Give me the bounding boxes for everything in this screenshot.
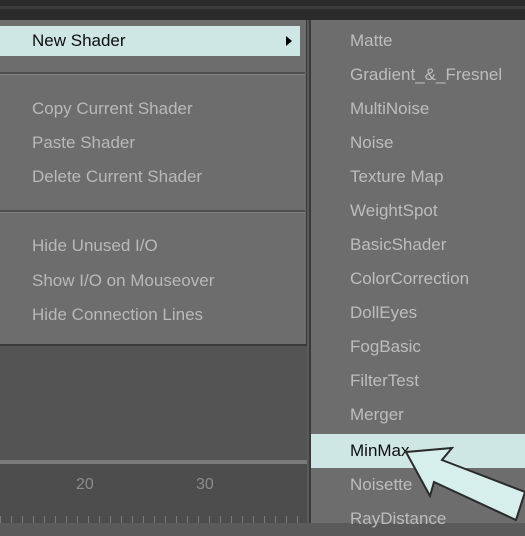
menu-item-label: Paste Shader [32,133,136,152]
submenu-item-dolleyes[interactable]: DollEyes [311,296,525,330]
submenu-item-noisette[interactable]: Noisette [311,468,525,502]
timeline-ruler[interactable]: 20 30 [0,460,307,523]
submenu-item-merger[interactable]: Merger [311,398,525,432]
submenu-item-weightspot[interactable]: WeightSpot [311,194,525,228]
submenu-item-minmax[interactable]: MinMax [311,434,525,468]
submenu-item-raydistance[interactable]: RayDistance [311,502,525,536]
context-menu: New Shader Copy Current Shader Paste Sha… [0,20,307,346]
menu-separator [0,72,305,75]
ruler-ticks [0,507,307,523]
ruler-border [0,460,307,464]
top-toolbar [0,0,525,20]
ruler-label: 30 [196,476,214,493]
menu-item-label: Hide Unused I/O [32,236,158,255]
menu-item-show-io-on-mouseover[interactable]: Show I/O on Mouseover [0,266,300,296]
menu-item-label: Show I/O on Mouseover [32,271,215,290]
menu-item-label: Delete Current Shader [32,167,203,186]
menu-item-hide-unused-io[interactable]: Hide Unused I/O [0,231,300,261]
menu-item-hide-connection-lines[interactable]: Hide Connection Lines [0,300,300,330]
submenu-item-gradient-fresnel[interactable]: Gradient_&_Fresnel [311,58,525,92]
menu-item-label: New Shader [32,31,126,50]
menu-item-delete-current-shader[interactable]: Delete Current Shader [0,162,300,192]
menu-separator [0,210,305,213]
submenu-item-multinoise[interactable]: MultiNoise [311,92,525,126]
submenu-item-fogbasic[interactable]: FogBasic [311,330,525,364]
menu-item-label: Hide Connection Lines [32,305,204,324]
menu-item-new-shader[interactable]: New Shader [0,26,300,56]
ruler-label: 20 [76,476,94,493]
submenu-item-texture-map[interactable]: Texture Map [311,160,525,194]
submenu-item-matte[interactable]: Matte [311,24,525,58]
submenu-item-colorcorrection[interactable]: ColorCorrection [311,262,525,296]
submenu-item-basicshader[interactable]: BasicShader [311,228,525,262]
menu-item-copy-current-shader[interactable]: Copy Current Shader [0,94,300,124]
new-shader-submenu: Matte Gradient_&_Fresnel MultiNoise Nois… [309,20,525,528]
menu-item-paste-shader[interactable]: Paste Shader [0,128,300,158]
toolbar-stripe [0,6,525,9]
shader-canvas-area [0,346,307,460]
menu-item-label: Copy Current Shader [32,99,193,118]
submenu-arrow-icon [286,36,292,46]
submenu-item-noise[interactable]: Noise [311,126,525,160]
submenu-item-filtertest[interactable]: FilterTest [311,364,525,398]
